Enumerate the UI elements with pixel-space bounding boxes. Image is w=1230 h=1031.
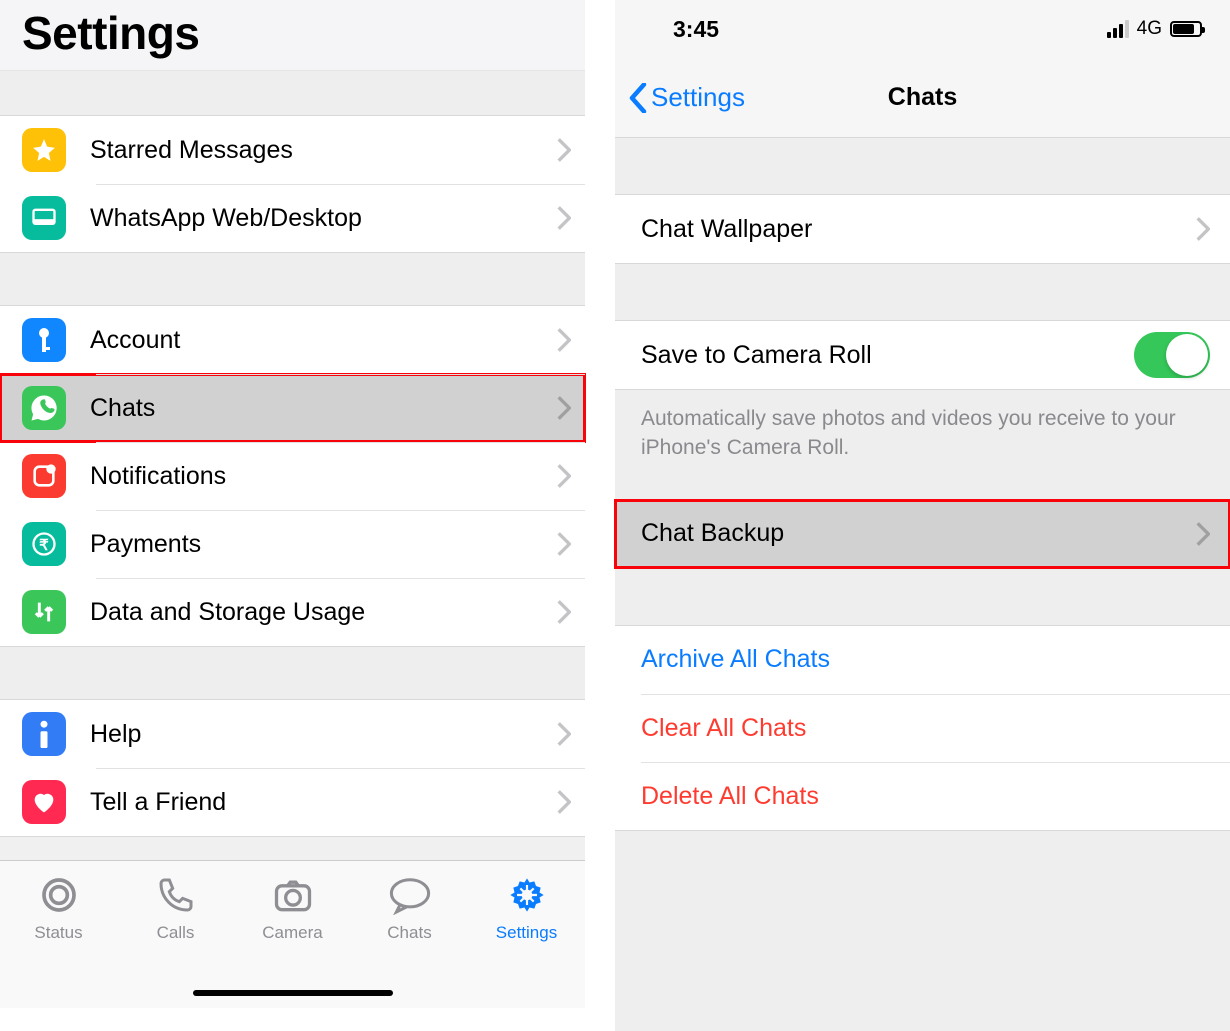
section-spacer <box>615 477 1230 499</box>
info-icon <box>22 712 66 756</box>
row-label: Notifications <box>90 462 557 491</box>
row-help[interactable]: Help <box>0 700 585 768</box>
settings-group-1: Starred Messages WhatsApp Web/Desktop <box>0 115 585 253</box>
chevron-right-icon <box>557 396 571 420</box>
gear-icon <box>505 873 549 917</box>
row-label: Starred Messages <box>90 136 557 165</box>
section-spacer <box>0 71 585 115</box>
chevron-right-icon <box>1196 522 1210 546</box>
tab-status[interactable]: Status <box>0 873 117 1008</box>
chevron-right-icon <box>557 722 571 746</box>
row-label: Save to Camera Roll <box>641 341 1134 370</box>
notifications-icon <box>22 454 66 498</box>
whatsapp-icon <box>22 386 66 430</box>
row-data-storage[interactable]: Data and Storage Usage <box>0 578 585 646</box>
section-spacer <box>0 253 585 305</box>
section-spacer <box>615 138 1230 194</box>
tab-label: Chats <box>387 923 431 943</box>
home-indicator[interactable] <box>193 990 393 996</box>
bulk-actions-group: Archive All Chats Clear All Chats Delete… <box>615 625 1230 831</box>
tab-label: Settings <box>496 923 557 943</box>
tab-label: Status <box>34 923 82 943</box>
camera-roll-group: Save to Camera Roll <box>615 320 1230 390</box>
row-label: Tell a Friend <box>90 788 557 817</box>
rupee-icon: ₹ <box>22 522 66 566</box>
settings-group-3: Help Tell a Friend <box>0 699 585 837</box>
chevron-right-icon <box>557 600 571 624</box>
tab-chats[interactable]: Chats <box>351 873 468 1008</box>
data-usage-icon <box>22 590 66 634</box>
camera-icon <box>271 873 315 917</box>
row-label: Payments <box>90 530 557 559</box>
row-label: Delete All Chats <box>641 782 1210 811</box>
svg-text:₹: ₹ <box>39 537 49 554</box>
row-notifications[interactable]: Notifications <box>0 442 585 510</box>
heart-icon <box>22 780 66 824</box>
tab-settings[interactable]: Settings <box>468 873 585 1008</box>
back-label: Settings <box>651 82 745 113</box>
network-label: 4G <box>1137 18 1162 40</box>
tab-calls[interactable]: Calls <box>117 873 234 1008</box>
chevron-right-icon <box>557 464 571 488</box>
row-starred-messages[interactable]: Starred Messages <box>0 116 585 184</box>
row-tell-friend[interactable]: Tell a Friend <box>0 768 585 836</box>
chevron-left-icon <box>629 83 647 113</box>
section-spacer <box>615 264 1230 320</box>
row-account[interactable]: Account <box>0 306 585 374</box>
row-label: Chat Wallpaper <box>641 215 1196 244</box>
backup-group: Chat Backup <box>615 499 1230 569</box>
star-icon <box>22 128 66 172</box>
tab-label: Calls <box>157 923 195 943</box>
row-label: Clear All Chats <box>641 714 1210 743</box>
row-clear-all[interactable]: Clear All Chats <box>641 694 1230 762</box>
section-spacer <box>615 831 1230 1031</box>
row-label: WhatsApp Web/Desktop <box>90 204 557 233</box>
tab-camera[interactable]: Camera <box>234 873 351 1008</box>
row-label: Account <box>90 326 557 355</box>
page-title: Settings <box>22 6 563 60</box>
battery-icon <box>1170 21 1202 37</box>
settings-header: Settings <box>0 0 585 71</box>
chevron-right-icon <box>1196 217 1210 241</box>
row-delete-all[interactable]: Delete All Chats <box>641 762 1230 830</box>
status-indicators: 4G <box>1107 18 1202 40</box>
row-label: Archive All Chats <box>641 645 1210 674</box>
chevron-right-icon <box>557 138 571 162</box>
row-label: Data and Storage Usage <box>90 598 557 627</box>
row-payments[interactable]: ₹ Payments <box>0 510 585 578</box>
row-archive-all[interactable]: Archive All Chats <box>615 626 1230 694</box>
tab-bar: Status Calls Camera Chats Settings <box>0 860 585 1008</box>
back-button[interactable]: Settings <box>615 82 745 113</box>
status-time: 3:45 <box>673 16 719 43</box>
nav-bar: Settings Chats <box>615 58 1230 138</box>
chevron-right-icon <box>557 206 571 230</box>
signal-icon <box>1107 20 1129 38</box>
row-chats[interactable]: Chats <box>0 374 585 442</box>
desktop-icon <box>22 196 66 240</box>
row-label: Chat Backup <box>641 519 1196 548</box>
section-spacer <box>0 647 585 699</box>
row-chat-backup[interactable]: Chat Backup <box>615 500 1230 568</box>
row-whatsapp-web[interactable]: WhatsApp Web/Desktop <box>0 184 585 252</box>
row-label: Chats <box>90 394 557 423</box>
status-icon <box>37 873 81 917</box>
save-camera-roll-description: Automatically save photos and videos you… <box>615 390 1230 477</box>
chats-icon <box>388 873 432 917</box>
row-save-camera-roll[interactable]: Save to Camera Roll <box>615 321 1230 389</box>
chevron-right-icon <box>557 790 571 814</box>
tab-label: Camera <box>262 923 322 943</box>
row-label: Help <box>90 720 557 749</box>
wallpaper-group: Chat Wallpaper <box>615 194 1230 264</box>
chevron-right-icon <box>557 328 571 352</box>
chats-settings-screen: 3:45 4G Settings Chats Chat Wallpaper Sa… <box>615 0 1230 1008</box>
status-bar: 3:45 4G <box>615 0 1230 58</box>
settings-group-2: Account Chats Notifications ₹ Payments <box>0 305 585 647</box>
row-chat-wallpaper[interactable]: Chat Wallpaper <box>615 195 1230 263</box>
key-icon <box>22 318 66 362</box>
phone-icon <box>154 873 198 917</box>
chevron-right-icon <box>557 532 571 556</box>
section-spacer <box>615 569 1230 625</box>
save-camera-roll-toggle[interactable] <box>1134 332 1210 378</box>
settings-screen: Settings Starred Messages WhatsApp Web/D… <box>0 0 585 1008</box>
